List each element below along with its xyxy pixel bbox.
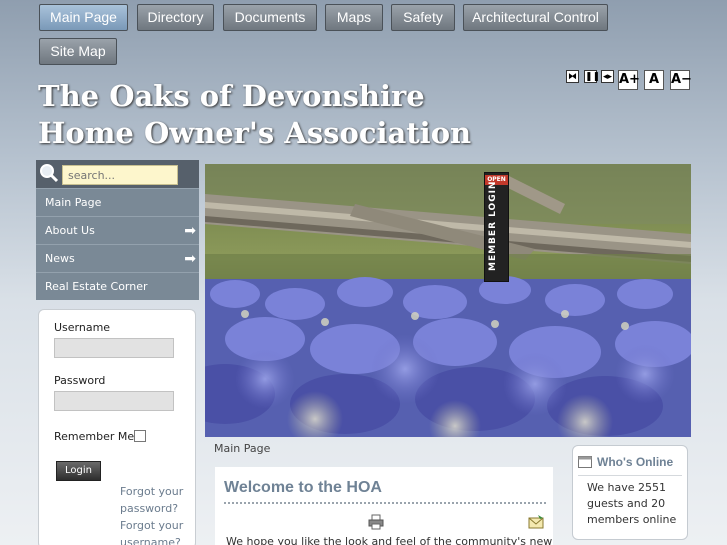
- nav-directory[interactable]: Directory: [137, 4, 214, 31]
- sidebar-item-label: About Us: [45, 224, 95, 237]
- login-button[interactable]: Login: [56, 461, 101, 481]
- print-icon[interactable]: [368, 514, 384, 530]
- forgot-username-link[interactable]: Forgot your username?: [120, 517, 190, 545]
- arrow-right-icon: ➡: [184, 251, 196, 267]
- hero-image: [205, 164, 691, 437]
- fit-width-icon[interactable]: ⧓: [566, 70, 579, 83]
- sidebar-item-real-estate-corner[interactable]: Real Estate Corner: [36, 272, 199, 300]
- font-decrease-icon[interactable]: A−: [670, 70, 692, 90]
- remember-me-checkbox[interactable]: [134, 430, 146, 442]
- pause-icon[interactable]: ❚❚: [584, 70, 600, 83]
- site-title-line-1: The Oaks of Devonshire: [38, 79, 425, 113]
- sidebar: Main Page About Us ➡ News ➡ Real Estate …: [36, 160, 199, 300]
- font-reset-icon[interactable]: A: [644, 70, 664, 90]
- sidebar-item-about-us[interactable]: About Us ➡: [36, 216, 199, 244]
- font-increase-icon[interactable]: A+: [618, 70, 640, 90]
- username-label: Username: [54, 321, 111, 334]
- article-title: Welcome to the HOA: [224, 479, 382, 496]
- site-title-line-2: Home Owner's Association: [38, 116, 472, 150]
- sidebar-item-main-page[interactable]: Main Page: [36, 188, 199, 216]
- search-row: [36, 160, 199, 188]
- member-login-tab[interactable]: OPEN MEMBER LOGIN: [484, 172, 509, 282]
- search-input[interactable]: [62, 165, 178, 185]
- whos-online-text: We have 2551 guests and 20 members onlin…: [587, 481, 677, 526]
- window-icon: [578, 456, 592, 468]
- whos-online-title: Who's Online: [597, 455, 674, 469]
- email-icon[interactable]: [528, 515, 544, 529]
- main-article: Welcome to the HOA We hope you like the …: [215, 467, 553, 545]
- sidebar-item-label: Real Estate Corner: [45, 280, 148, 293]
- nav-maps[interactable]: Maps: [325, 4, 383, 31]
- sidebar-item-news[interactable]: News ➡: [36, 244, 199, 272]
- divider: [224, 502, 546, 504]
- login-panel: Username Password Remember Me Login Forg…: [38, 309, 196, 545]
- member-login-label: MEMBER LOGIN: [488, 180, 498, 271]
- remember-me-label: Remember Me: [54, 430, 135, 443]
- article-intro: We hope you like the look and feel of th…: [226, 535, 553, 545]
- sidebar-item-label: News: [45, 252, 75, 265]
- nav-main-page[interactable]: Main Page: [39, 4, 128, 31]
- arrow-right-icon: ➡: [184, 223, 196, 239]
- nav-safety[interactable]: Safety: [391, 4, 455, 31]
- display-tools: ⧓ ❚❚ ◂▸ A+ A A−: [566, 70, 692, 92]
- nav-site-map[interactable]: Site Map: [39, 38, 117, 65]
- site-title: The Oaks of Devonshire Home Owner's Asso…: [38, 78, 471, 152]
- nav-architectural-control[interactable]: Architectural Control: [463, 4, 608, 31]
- username-field[interactable]: [54, 338, 174, 358]
- search-icon[interactable]: [39, 163, 59, 183]
- forgot-password-link[interactable]: Forgot your password?: [120, 483, 190, 517]
- divider: [578, 475, 682, 476]
- toggle-width-icon[interactable]: ◂▸: [601, 70, 614, 83]
- whos-online-panel: Who's Online We have 2551 guests and 20 …: [572, 445, 688, 540]
- password-field[interactable]: [54, 391, 174, 411]
- breadcrumb[interactable]: Main Page: [214, 442, 270, 455]
- password-label: Password: [54, 374, 106, 387]
- sidebar-item-label: Main Page: [45, 196, 102, 209]
- nav-documents[interactable]: Documents: [223, 4, 317, 31]
